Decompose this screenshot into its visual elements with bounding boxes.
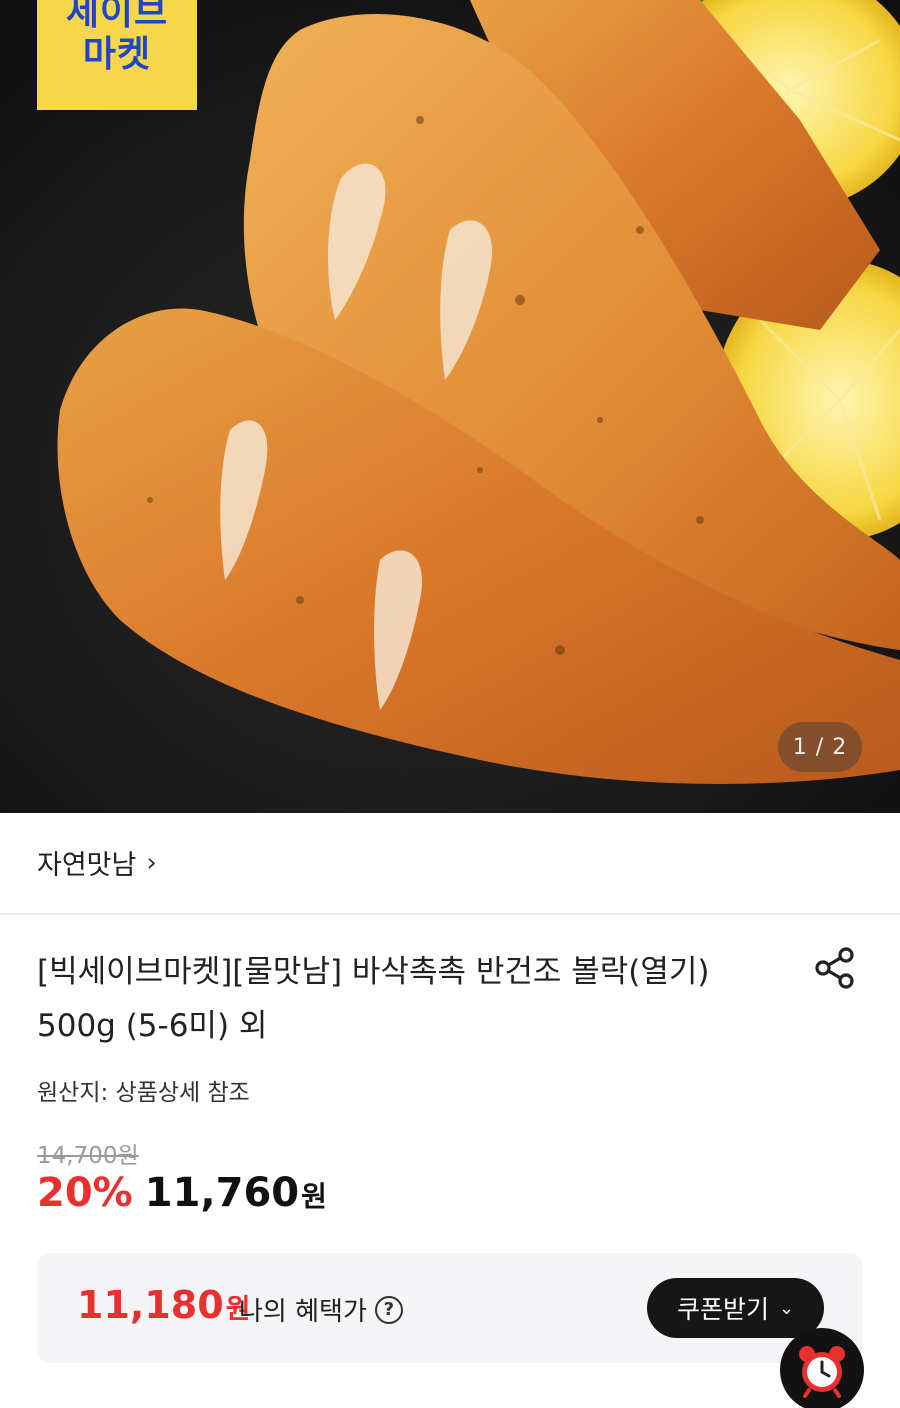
benefit-price-value: 11,180 bbox=[77, 1283, 224, 1327]
benefit-price-box: 11,180 원 나의 혜택가 ? 쿠폰받기 ⌄ bbox=[37, 1253, 862, 1363]
benefit-label: 나의 혜택가 ? bbox=[239, 1291, 403, 1328]
image-page-indicator: 1 / 2 bbox=[778, 722, 862, 772]
brand-badge-line1: 세이브 bbox=[65, 0, 169, 33]
benefit-price: 11,180 원 bbox=[77, 1283, 250, 1327]
discount-rate: 20% bbox=[37, 1170, 133, 1216]
brand-badge-line2: 마켓 bbox=[82, 34, 152, 75]
alarm-clock-icon bbox=[799, 1346, 845, 1398]
sale-price-unit: 원 bbox=[301, 1180, 327, 1213]
get-coupon-button[interactable]: 쿠폰받기 ⌄ bbox=[647, 1278, 824, 1338]
product-title: [빅세이브마켓][물맛남] 바삭촉촉 반건조 볼락(열기) 500g (5-6미… bbox=[37, 954, 710, 1044]
benefit-label-text: 나의 혜택가 bbox=[239, 1297, 367, 1327]
original-price: 14,700원 bbox=[37, 1143, 139, 1169]
seller-name: 자연맛남 bbox=[37, 850, 137, 881]
brand-badge: 세이브 마켓 bbox=[37, 0, 197, 110]
product-photo bbox=[0, 0, 900, 813]
seller-link[interactable]: 자연맛남 › bbox=[37, 843, 157, 882]
coupon-button-label: 쿠폰받기 bbox=[676, 1295, 769, 1324]
origin-info: 원산지: 상품상세 참조 bbox=[37, 1080, 250, 1106]
chevron-down-icon: ⌄ bbox=[778, 1297, 795, 1319]
product-image-carousel[interactable]: 세이브 마켓 1 / 2 bbox=[0, 0, 900, 813]
price-row: 20% 11,760 원 bbox=[37, 1170, 327, 1216]
sale-price: 11,760 bbox=[144, 1170, 300, 1216]
section-divider bbox=[0, 913, 900, 915]
chevron-right-icon: › bbox=[146, 847, 157, 878]
alarm-clock-button[interactable] bbox=[780, 1328, 864, 1408]
share-icon[interactable] bbox=[812, 945, 858, 991]
help-icon[interactable]: ? bbox=[374, 1295, 403, 1324]
